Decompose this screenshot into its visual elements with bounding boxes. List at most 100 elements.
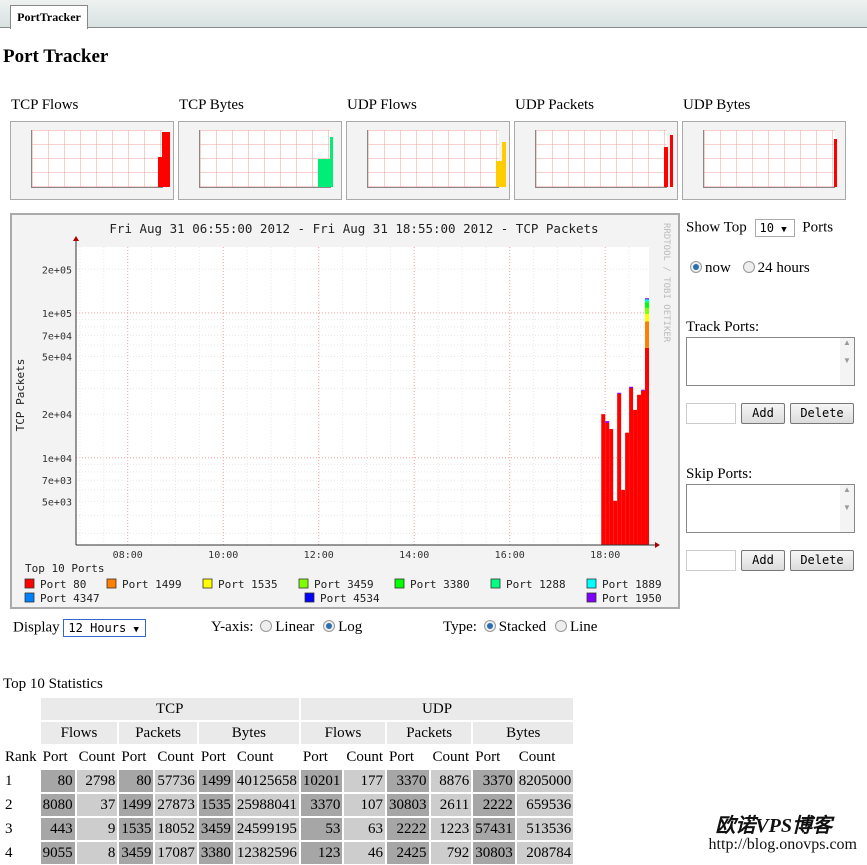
port-cell: 2222 (386, 817, 430, 841)
thumbnail-graph[interactable] (514, 121, 678, 200)
port-cell: 3380 (197, 841, 234, 865)
chart-svg: 08:00 10:00 12:00 14:00 16:00 18:00 2e+05 1e+05… (14, 221, 671, 605)
skip-add-button[interactable]: Add (741, 550, 785, 571)
thumbnail-graph[interactable] (178, 121, 342, 200)
track-ports-list[interactable]: ▲ ▼ (686, 337, 855, 386)
port-cell: 30803 (472, 841, 516, 865)
thumbnail-plot (199, 130, 333, 188)
thumbnail-plot (703, 130, 837, 188)
legend-swatch (106, 578, 117, 589)
bar-port-80 (617, 393, 622, 545)
track-port-input[interactable] (686, 403, 736, 424)
track-add-button[interactable]: Add (741, 403, 785, 424)
thumbnail-graph[interactable] (682, 121, 846, 200)
y-tick-label: 7e+04 (42, 331, 72, 342)
now-radio[interactable] (690, 261, 702, 273)
port-cell: 3459 (197, 817, 234, 841)
x-tick-label: 18:00 (590, 550, 620, 561)
x-tick-label: 08:00 (113, 550, 143, 561)
show-top-control: Show Top 10 ▼ Ports (686, 219, 833, 237)
type-label: Type: (443, 619, 477, 635)
port-cell: 9055 (39, 841, 76, 865)
scrollbar[interactable]: ▲ ▼ (840, 485, 854, 532)
linear-label: Linear (275, 619, 315, 635)
line-radio[interactable] (554, 620, 567, 632)
now-label: now (705, 260, 731, 276)
show-top-select[interactable]: 10 ▼ (754, 219, 795, 237)
legend-label: Port 4534 (320, 592, 380, 605)
track-delete-button[interactable]: Delete (790, 403, 854, 424)
legend-swatch (586, 578, 597, 589)
legend-title: Top 10 Ports (25, 562, 104, 575)
thumbnail-label: UDP Packets (515, 97, 595, 113)
y-tick-label: 2e+04 (42, 410, 72, 421)
group-header-tcp: TCP (39, 697, 300, 721)
legend-swatch (202, 578, 213, 589)
y-tick-label: 5e+04 (42, 353, 72, 364)
y-axis-label: TCP Packets (14, 359, 27, 432)
thumbnail-graph[interactable] (10, 121, 174, 200)
skip-ports-list[interactable]: ▲ ▼ (686, 484, 855, 533)
legend-swatch (298, 578, 309, 589)
page-title: Port Tracker (3, 46, 109, 67)
count-header: Count (75, 745, 119, 769)
yaxis-label: Y-axis: (211, 619, 254, 635)
count-header: Count (429, 745, 473, 769)
x-tick-label: 16:00 (495, 550, 525, 561)
y-tick-label: 1e+05 (42, 309, 72, 320)
skip-port-input[interactable] (686, 550, 736, 571)
skip-delete-button[interactable]: Delete (790, 550, 854, 571)
thumbnail-bar (162, 132, 170, 187)
dropdown-arrow-icon: ▼ (781, 225, 787, 235)
main-chart: 08:00 10:00 12:00 14:00 16:00 18:00 2e+05 1e+05… (10, 213, 680, 609)
count-cell: 107 (343, 793, 387, 817)
bar-port-80 (641, 390, 646, 545)
count-header: Count (154, 745, 198, 769)
bar-port-1535 (645, 313, 649, 322)
thumbnail-bar (330, 137, 333, 187)
bar-port-80 (637, 394, 642, 545)
count-cell: 8 (75, 841, 119, 865)
tab-bar: PortTracker (0, 0, 867, 29)
bar-port-4347 (645, 298, 649, 300)
thumbnail-plot (31, 130, 170, 188)
tab-porttracker[interactable]: PortTracker (10, 5, 88, 29)
thumbnail-label: TCP Flows (11, 97, 79, 113)
thumbnail-graph[interactable] (346, 121, 510, 200)
bar-port-80 (605, 422, 610, 545)
24hours-radio[interactable] (742, 261, 755, 273)
count-cell: 659536 (515, 793, 575, 817)
count-cell: 513536 (515, 817, 575, 841)
legend-label: Port 1499 (122, 578, 182, 591)
legend-swatch (490, 578, 501, 589)
legend-label: Port 3380 (410, 578, 470, 591)
table-row: 4 9055 8 3459 17087 3380 12382596 123 46 2425 792 3… (2, 841, 575, 865)
count-cell: 792 (429, 841, 473, 865)
port-header: Port (472, 745, 516, 769)
y-tick-label: 2e+05 (42, 265, 72, 276)
count-cell: 2611 (429, 793, 473, 817)
bar-port-1499 (645, 321, 649, 348)
line-label: Line (569, 619, 598, 635)
x-tick-label: 14:00 (399, 550, 429, 561)
count-cell: 17087 (154, 841, 198, 865)
linear-radio[interactable] (260, 620, 273, 632)
bar-port-1950 (645, 298, 649, 299)
bar-port-80 (613, 500, 618, 545)
dropdown-arrow-icon: ▼ (133, 625, 139, 635)
port-cell: 3370 (299, 793, 344, 817)
port-cell: 8080 (39, 793, 76, 817)
display-select[interactable]: 12 Hours ▼ (63, 619, 147, 637)
count-cell: 12382596 (233, 841, 300, 865)
scrollbar[interactable]: ▲ ▼ (840, 338, 854, 385)
stacked-radio[interactable] (483, 620, 496, 632)
port-cell: 443 (39, 817, 76, 841)
thumbnail-bar (664, 147, 668, 187)
port-cell: 3370 (472, 769, 516, 793)
stats-table: TCP UDP Flows Packets Bytes Flows Packets Byt… (2, 697, 575, 865)
table-row: 1 80 2798 80 57736 1499 40125658 10201 177 3370 88… (2, 769, 575, 793)
log-radio[interactable] (323, 620, 336, 632)
y-tick-label: 1e+04 (42, 454, 72, 465)
port-cell: 10201 (299, 769, 344, 793)
show-top-suffix: Ports (802, 219, 834, 236)
